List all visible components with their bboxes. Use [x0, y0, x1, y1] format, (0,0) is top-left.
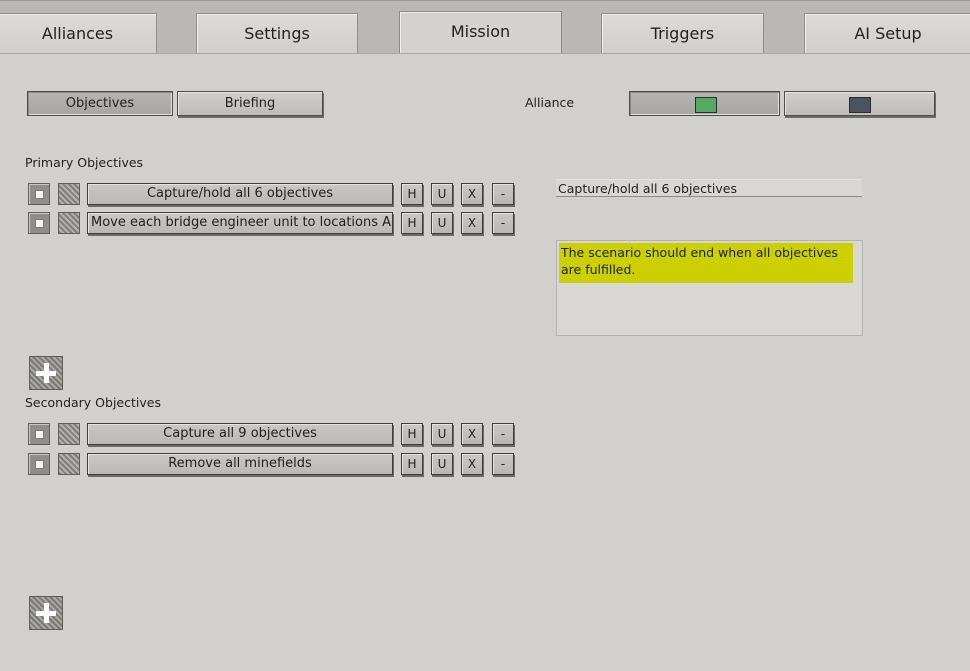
objective-checkbox[interactable] [28, 453, 50, 475]
mesh-icon[interactable] [58, 183, 80, 205]
remove-button[interactable]: - [492, 453, 514, 475]
mission-panel [0, 53, 970, 671]
u-button[interactable]: U [431, 212, 453, 234]
objectives-tab-button[interactable]: Objectives [27, 91, 173, 116]
objective-name-button[interactable]: Capture all 9 objectives [87, 423, 393, 445]
objective-description-box[interactable]: The scenario should end when all objecti… [556, 240, 863, 336]
objective-name-button[interactable]: Capture/hold all 6 objectives [87, 183, 393, 205]
h-button[interactable]: H [401, 212, 423, 234]
tab-triggers[interactable]: Triggers [601, 13, 764, 54]
alliance-1-button[interactable] [629, 91, 780, 116]
alliance-2-button[interactable] [784, 91, 935, 116]
mesh-icon[interactable] [58, 423, 80, 445]
remove-button[interactable]: - [492, 423, 514, 445]
remove-button[interactable]: - [492, 212, 514, 234]
u-button[interactable]: U [431, 183, 453, 205]
tab-settings[interactable]: Settings [196, 13, 358, 54]
objective-checkbox[interactable] [28, 212, 50, 234]
x-button[interactable]: X [461, 212, 483, 234]
remove-button[interactable]: - [492, 183, 514, 205]
plus-icon-stem [44, 603, 49, 623]
tab-mission[interactable]: Mission [399, 11, 562, 56]
h-button[interactable]: H [401, 453, 423, 475]
checkbox-icon [35, 219, 44, 228]
u-button[interactable]: U [431, 423, 453, 445]
objective-name-button[interactable]: Move each bridge engineer unit to locati… [87, 212, 393, 234]
objective-name-button[interactable]: Remove all minefields [87, 453, 393, 475]
briefing-tab-button[interactable]: Briefing [177, 91, 323, 116]
checkbox-icon [35, 430, 44, 439]
secondary-objectives-header: Secondary Objectives [25, 395, 161, 410]
u-button[interactable]: U [431, 453, 453, 475]
objective-checkbox[interactable] [28, 423, 50, 445]
alliance-2-color-swatch [849, 97, 871, 113]
objective-checkbox[interactable] [28, 183, 50, 205]
x-button[interactable]: X [461, 423, 483, 445]
add-primary-objective-button[interactable] [29, 356, 63, 390]
tab-bar: Alliances Settings Mission Triggers AI S… [0, 0, 970, 56]
checkbox-icon [35, 190, 44, 199]
x-button[interactable]: X [461, 453, 483, 475]
objective-description-text: The scenario should end when all objecti… [559, 243, 853, 283]
alliance-label: Alliance [525, 95, 575, 110]
x-button[interactable]: X [461, 183, 483, 205]
alliance-1-color-swatch [695, 97, 717, 113]
mesh-icon[interactable] [58, 453, 80, 475]
h-button[interactable]: H [401, 423, 423, 445]
primary-objectives-header: Primary Objectives [25, 155, 144, 170]
h-button[interactable]: H [401, 183, 423, 205]
checkbox-icon [35, 460, 44, 469]
tab-ai-setup[interactable]: AI Setup [804, 13, 970, 54]
tab-alliances[interactable]: Alliances [0, 13, 157, 54]
mesh-icon[interactable] [58, 212, 80, 234]
add-secondary-objective-button[interactable] [29, 596, 63, 630]
objective-title-field[interactable]: Capture/hold all 6 objectives [556, 179, 862, 197]
plus-icon-stem [44, 363, 49, 383]
